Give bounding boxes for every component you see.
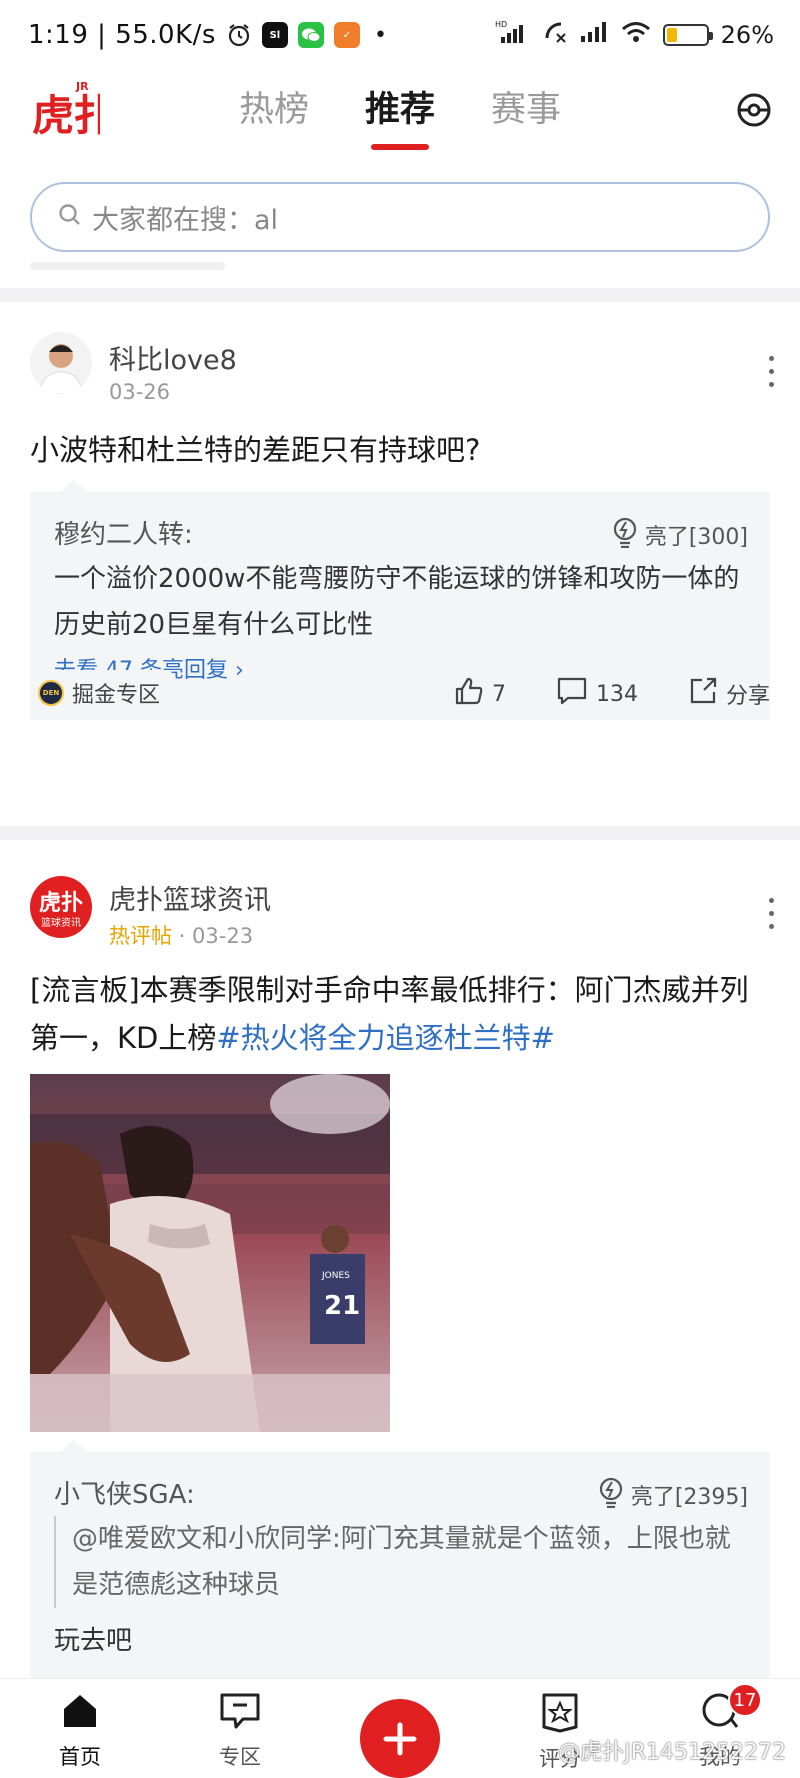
battery-percent: 26% (720, 21, 774, 49)
hot-comment-tag: 热评帖 (109, 924, 172, 948)
notification-badge: 17 (728, 1683, 762, 1717)
zone-chat-icon (219, 1691, 261, 1735)
thumbs-up-icon (454, 676, 484, 712)
bottom-navigation: 首页 专区 评分 我的 17 @虎扑JR1451252272 (0, 1678, 800, 1778)
signal-hd-icon: HD (495, 19, 531, 51)
like-button[interactable]: 7 (454, 676, 506, 712)
jersey-number: 21 (324, 1291, 360, 1321)
tab-recommend[interactable]: 推荐 (361, 70, 439, 150)
post-author[interactable]: 科比love8 (109, 338, 237, 377)
reply-lit-count[interactable]: 亮了[300] (611, 516, 748, 554)
comment-button[interactable]: 134 (556, 676, 638, 712)
nav-post[interactable] (320, 1679, 480, 1778)
post-image[interactable]: 21 JONES (30, 1074, 390, 1432)
post-title[interactable]: [流言板]本赛季限制对手命中率最低排行：阿门杰威并列第一，KD上榜#热火将全力追… (30, 966, 770, 1062)
svg-text:篮球资讯: 篮球资讯 (41, 916, 81, 929)
section-divider (0, 288, 800, 302)
search-icon (58, 203, 82, 231)
quoted-reply: @唯爱欧文和小欣同学:阿门充其量就是个蓝领，上限也就是范德彪这种球员 (54, 1516, 746, 1608)
avatar[interactable] (30, 332, 92, 394)
soul-app-icon: Sl (261, 22, 288, 48)
lightbulb-icon (597, 1476, 625, 1514)
create-post-button[interactable] (360, 1699, 440, 1778)
nav-zone[interactable]: 专区 (160, 1679, 320, 1778)
post-author[interactable]: 虎扑篮球资讯 (109, 878, 271, 917)
home-icon (60, 1691, 100, 1735)
feed-post[interactable]: 虎扑 篮球资讯 虎扑篮球资讯 热评帖 · 03-23 [流言板]本赛季限制对手命… (0, 840, 800, 1678)
comment-icon (556, 676, 588, 712)
wifi-icon (621, 20, 651, 50)
zone-tag[interactable]: DEN 掘金专区 (30, 670, 173, 716)
nav-home[interactable]: 首页 (0, 1679, 160, 1778)
share-button[interactable]: 分享 (688, 676, 770, 712)
topic-link[interactable]: #热火将全力追逐杜兰特# (216, 1021, 555, 1055)
reply-lit-count[interactable]: 亮了[2395] (597, 1476, 748, 1514)
more-notifications-icon: • (373, 22, 387, 48)
reply-user[interactable]: 穆约二人转: (54, 514, 193, 551)
search-placeholder: 大家都在搜：al (92, 204, 279, 236)
plus-icon (383, 1722, 417, 1755)
tab-hot-list[interactable]: 热榜 (235, 70, 313, 150)
reply-text: 玩去吧 (54, 1626, 133, 1656)
section-divider (0, 826, 800, 840)
more-options-icon[interactable] (766, 356, 776, 390)
tab-matches[interactable]: 赛事 (487, 70, 565, 150)
post-date: 03-26 (109, 380, 171, 404)
lightbulb-icon (611, 516, 639, 554)
alarm-icon (226, 22, 252, 48)
signal-icon (579, 20, 609, 50)
share-icon (688, 676, 718, 712)
svg-text:HD: HD (495, 20, 507, 29)
target-icon[interactable] (734, 90, 774, 130)
more-options-icon[interactable] (766, 898, 776, 932)
call-muted-icon (543, 20, 567, 50)
search-bar[interactable]: 大家都在搜：al (30, 182, 770, 252)
search-divider (30, 262, 225, 270)
reply-text: 一个溢价2000w不能弯腰防守不能运球的饼锋和攻防一体的历史前20巨星有什么可比… (54, 564, 740, 640)
wechat-icon (297, 22, 324, 48)
feed-tabs: 热榜 推荐 赛事 (0, 70, 800, 150)
post-actions: 7 134 分享 (454, 676, 770, 712)
app-notification-icon: ✓ (333, 22, 360, 48)
jersey-name: JONES (321, 1271, 350, 1281)
top-reply-box[interactable]: 小飞侠SGA: 亮了[2395] @唯爱欧文和小欣同学:阿门充其量就是个蓝领，上… (30, 1440, 770, 1678)
post-title[interactable]: 小波特和杜兰特的差距只有持球吧? (30, 426, 770, 474)
top-header: 虎扑 JR 热榜 推荐 赛事 (0, 70, 800, 150)
battery-icon (662, 24, 713, 46)
reply-user[interactable]: 小飞侠SGA: (54, 1474, 195, 1511)
rating-star-icon (540, 1691, 580, 1737)
status-time: 1:19 | 55.0K/s (28, 20, 216, 50)
svg-text:虎扑: 虎扑 (39, 890, 83, 916)
watermark: @虎扑JR1451252272 (558, 1740, 786, 1765)
nuggets-badge-icon: DEN (38, 680, 64, 706)
post-meta: 热评帖 · 03-23 (109, 924, 254, 948)
feed-post[interactable]: 科比love8 03-26 小波特和杜兰特的差距只有持球吧? 穆约二人转: 亮了… (0, 302, 800, 812)
avatar[interactable]: 虎扑 篮球资讯 (30, 876, 92, 938)
status-bar: 1:19 | 55.0K/s Sl ✓ • HD 26% (0, 0, 800, 70)
